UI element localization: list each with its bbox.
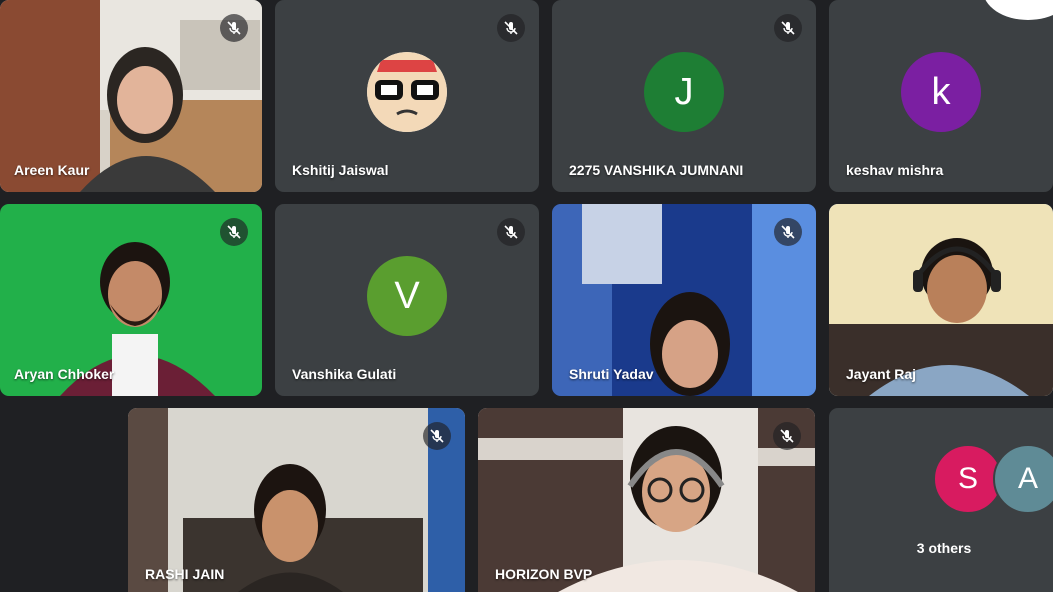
participant-name: keshav mishra bbox=[846, 162, 944, 178]
participant-name: Shruti Yadav bbox=[569, 366, 654, 382]
participant-name: Kshitij Jaiswal bbox=[292, 162, 389, 178]
mic-off-icon bbox=[773, 422, 801, 450]
participant-tile-horizon-bvp[interactable]: HORIZON BVP bbox=[478, 408, 815, 592]
participant-tile-kshitij-jaiswal[interactable]: Kshitij Jaiswal bbox=[275, 0, 539, 192]
mic-off-icon bbox=[774, 14, 802, 42]
participant-tile-keshav-mishra[interactable]: k keshav mishra bbox=[829, 0, 1053, 192]
mic-off-icon bbox=[423, 422, 451, 450]
participant-name: Jayant Raj bbox=[846, 366, 917, 382]
mic-off-icon bbox=[497, 14, 525, 42]
participant-name: Aryan Chhoker bbox=[14, 366, 115, 382]
avatar: k bbox=[901, 52, 981, 132]
participant-name: Vanshika Gulati bbox=[292, 366, 397, 382]
others-tile[interactable]: S A 3 others bbox=[829, 408, 1053, 592]
participant-tile-shruti-yadav[interactable]: Shruti Yadav bbox=[552, 204, 816, 396]
participant-name: 2275 VANSHIKA JUMNANI bbox=[569, 162, 744, 178]
participant-tile-vanshika-gulati[interactable]: V Vanshika Gulati bbox=[275, 204, 539, 396]
participant-name: RASHI JAIN bbox=[145, 566, 225, 582]
mic-off-icon bbox=[220, 218, 248, 246]
avatar: A bbox=[993, 444, 1053, 514]
participant-tile-rashi-jain[interactable]: RASHI JAIN bbox=[128, 408, 465, 592]
mic-off-icon bbox=[497, 218, 525, 246]
participant-name: Areen Kaur bbox=[14, 162, 90, 178]
avatar: J bbox=[644, 52, 724, 132]
cartoon-avatar-icon bbox=[367, 52, 447, 132]
mic-off-icon bbox=[774, 218, 802, 246]
participant-tile-vanshika-jumnani[interactable]: J 2275 VANSHIKA JUMNANI bbox=[552, 0, 816, 192]
participant-tile-aryan-chhoker[interactable]: Aryan Chhoker bbox=[0, 204, 262, 396]
video-feed bbox=[478, 408, 815, 592]
participant-name: HORIZON BVP bbox=[495, 566, 593, 582]
participant-tile-areen-kaur[interactable]: Areen Kaur bbox=[0, 0, 262, 192]
others-count: 3 others bbox=[916, 540, 972, 556]
meeting-grid: Areen Kaur Kshitij Jaiswal J 2275 VANSHI… bbox=[0, 0, 1053, 592]
video-feed bbox=[128, 408, 465, 592]
mic-off-icon bbox=[220, 14, 248, 42]
participant-tile-jayant-raj[interactable]: Jayant Raj bbox=[829, 204, 1053, 396]
avatar: V bbox=[367, 256, 447, 336]
